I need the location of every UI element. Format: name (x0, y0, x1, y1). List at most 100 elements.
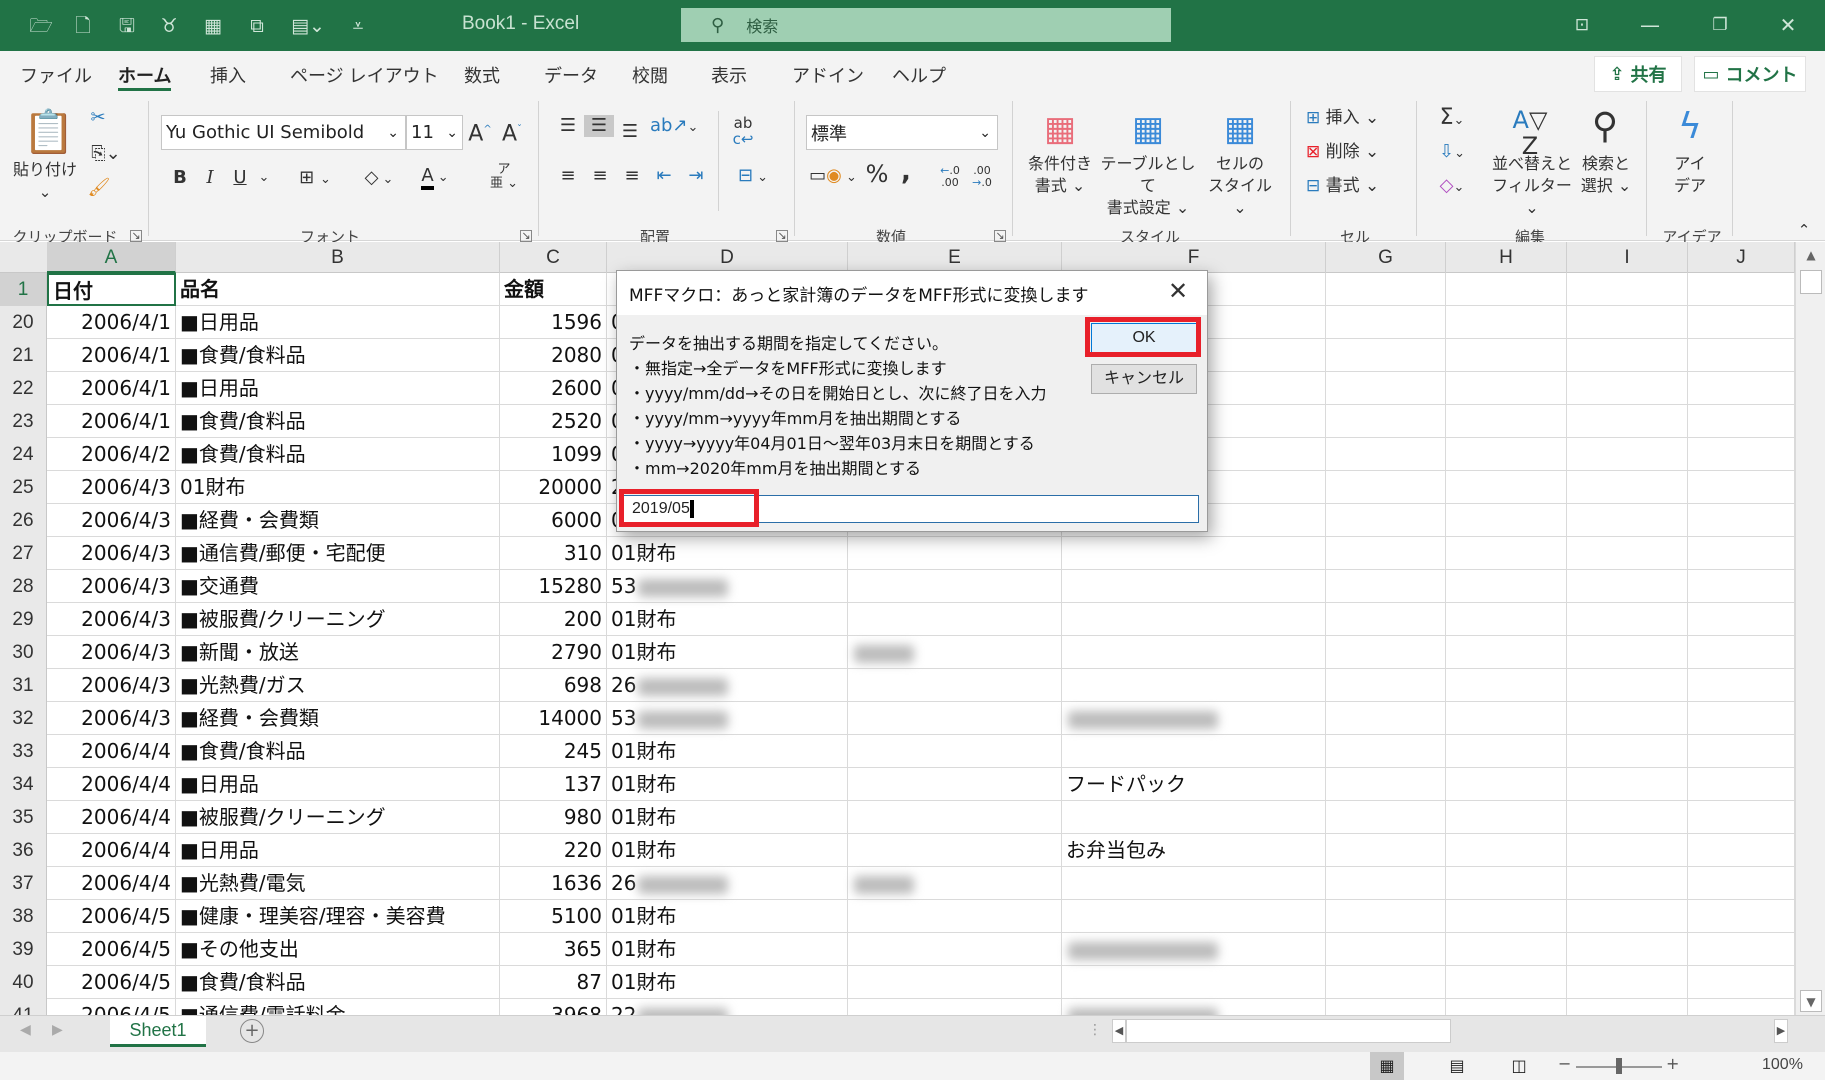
cell-c[interactable]: 310 (500, 537, 607, 570)
cell-i[interactable] (1567, 504, 1688, 537)
cell-h[interactable] (1446, 438, 1567, 471)
horizontal-scrollbar-thumb[interactable] (1126, 1019, 1451, 1043)
fill-icon[interactable]: ⇩⌄ (1432, 141, 1472, 165)
cell-c[interactable]: 220 (500, 834, 607, 867)
cell-j[interactable] (1688, 834, 1795, 867)
column-header-i[interactable]: I (1567, 242, 1688, 273)
cell-e[interactable] (848, 537, 1062, 570)
comma-button[interactable]: , (896, 159, 916, 185)
cell-h[interactable] (1446, 537, 1567, 570)
customize-icon[interactable]: ⩡ (345, 13, 371, 39)
clipboard-launcher-icon[interactable]: ↘ (130, 230, 142, 242)
cell-h[interactable] (1446, 900, 1567, 933)
add-sheet-icon[interactable]: + (240, 1019, 264, 1043)
cell-d[interactable]: 26 (607, 867, 848, 900)
cell-h[interactable] (1446, 405, 1567, 438)
cell-d[interactable]: 01財布 (607, 768, 848, 801)
cell-j[interactable] (1688, 768, 1795, 801)
cell-e[interactable] (848, 636, 1062, 669)
cell-a1[interactable]: 日付 (47, 273, 176, 306)
column-header-d[interactable]: D (607, 242, 848, 273)
column-header-c[interactable]: C (500, 242, 607, 273)
close-icon[interactable]: ✕ (1768, 10, 1808, 40)
row-header[interactable]: 34 (0, 768, 47, 801)
align-top-icon[interactable]: ☰ (554, 115, 582, 137)
cell-e[interactable] (848, 603, 1062, 636)
cell-g[interactable] (1326, 471, 1446, 504)
align-bottom-icon[interactable]: ☰ (616, 121, 644, 143)
calculator-icon[interactable]: ▦ (200, 13, 226, 39)
decrease-decimal-icon[interactable]: .00 →.0 (968, 165, 996, 189)
cell-h[interactable] (1446, 471, 1567, 504)
sheet-tab-sheet1[interactable]: Sheet1 (110, 1016, 206, 1047)
increase-indent-icon[interactable]: ⇥ (682, 165, 710, 187)
orientation-icon[interactable]: ab↗⌄ (650, 115, 698, 139)
cell-b[interactable]: ■光熱費/電気 (176, 867, 500, 900)
cell-f[interactable] (1062, 867, 1326, 900)
cell-j[interactable] (1688, 339, 1795, 372)
align-middle-icon[interactable]: ☰ (584, 115, 614, 137)
cell-h[interactable] (1446, 702, 1567, 735)
format-as-table-button[interactable]: テーブルとして 書式設定 ⌄ (1098, 153, 1198, 219)
column-header-a[interactable]: A (47, 242, 176, 273)
cell-c[interactable]: 245 (500, 735, 607, 768)
increase-decimal-icon[interactable]: ←.0.00 (936, 165, 964, 189)
underline-button[interactable]: U (230, 167, 250, 189)
cell-f[interactable] (1062, 900, 1326, 933)
cell-b[interactable]: ■食費/食料品 (176, 405, 500, 438)
tab-home[interactable]: ホーム (118, 61, 172, 91)
cell-g[interactable] (1326, 306, 1446, 339)
cell-j[interactable] (1688, 306, 1795, 339)
cell-c1[interactable]: 金額 (500, 273, 607, 306)
fill-color-icon[interactable]: ◇ ⌄ (356, 167, 402, 191)
cell-d[interactable]: 01財布 (607, 933, 848, 966)
row-header[interactable]: 41 (0, 999, 47, 1015)
cell-c[interactable]: 365 (500, 933, 607, 966)
cell-c[interactable]: 5100 (500, 900, 607, 933)
cell-j[interactable] (1688, 867, 1795, 900)
cell-g[interactable] (1326, 900, 1446, 933)
cell-i[interactable] (1567, 537, 1688, 570)
cell-g[interactable] (1326, 537, 1446, 570)
cell-g[interactable] (1326, 801, 1446, 834)
cell-e[interactable] (848, 702, 1062, 735)
percent-button[interactable]: % (864, 162, 890, 186)
row-header[interactable]: 39 (0, 933, 47, 966)
cell-b[interactable]: ■交通費 (176, 570, 500, 603)
scroll-up-icon[interactable]: ▲ (1800, 244, 1822, 266)
cell-e[interactable] (848, 933, 1062, 966)
cell-i[interactable] (1567, 471, 1688, 504)
row-header[interactable]: 38 (0, 900, 47, 933)
cell-j[interactable] (1688, 999, 1795, 1015)
tab-view[interactable]: 表示 (711, 61, 747, 91)
cell-f[interactable] (1062, 669, 1326, 702)
cell-a[interactable]: 2006/4/4 (47, 768, 176, 801)
cell-h[interactable] (1446, 504, 1567, 537)
cell-a[interactable]: 2006/4/1 (47, 405, 176, 438)
cell-g[interactable] (1326, 834, 1446, 867)
format-cells-button[interactable]: ⊟ 書式 ⌄ (1306, 175, 1406, 197)
cell-i[interactable] (1567, 405, 1688, 438)
row-header[interactable]: 32 (0, 702, 47, 735)
row-header[interactable]: 36 (0, 834, 47, 867)
cell-i[interactable] (1567, 339, 1688, 372)
merge-center-icon[interactable]: ⊟ ⌄ (728, 165, 778, 189)
cell-g[interactable] (1326, 966, 1446, 999)
cell-e[interactable] (848, 867, 1062, 900)
cell-h[interactable] (1446, 735, 1567, 768)
paste-button[interactable]: 貼り付け (10, 159, 80, 181)
insert-cells-button[interactable]: ⊞ 挿入 ⌄ (1306, 107, 1406, 129)
format-painter-icon[interactable]: 🖌 (86, 177, 112, 199)
cell-a[interactable]: 2006/4/1 (47, 372, 176, 405)
align-center-icon[interactable]: ≡ (586, 165, 614, 187)
row-header[interactable]: 27 (0, 537, 47, 570)
cell[interactable] (1688, 273, 1795, 306)
cell-h[interactable] (1446, 999, 1567, 1015)
cut-icon[interactable]: ✂ (86, 107, 110, 129)
cell-f[interactable] (1062, 636, 1326, 669)
cell-a[interactable]: 2006/4/3 (47, 603, 176, 636)
cell-a[interactable]: 2006/4/5 (47, 966, 176, 999)
cell-e[interactable] (848, 966, 1062, 999)
tab-file[interactable]: ファイル (20, 61, 92, 91)
cell-c[interactable]: 15280 (500, 570, 607, 603)
